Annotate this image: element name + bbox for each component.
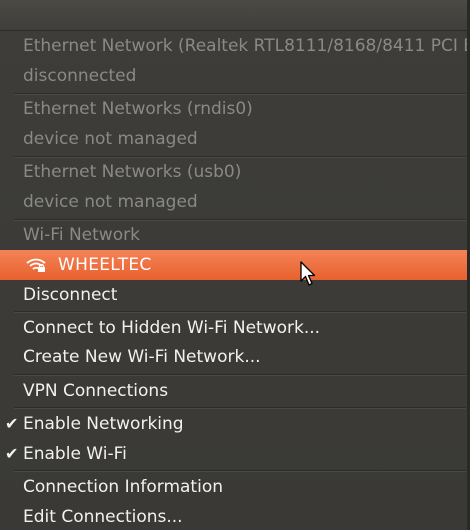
menu-item-status-not-managed: device not managed <box>0 187 470 217</box>
vpn-connections-menu-item[interactable]: VPN Connections <box>0 376 470 406</box>
menu-item-ethernet-usb0: Ethernet Networks (usb0) <box>0 157 470 187</box>
menu-item-label: Connect to Hidden Wi-Fi Network... <box>23 318 321 338</box>
edit-connections-menu-item[interactable]: Edit Connections... <box>0 502 470 530</box>
menu-item-label: device not managed <box>23 192 198 212</box>
menu-top-bar <box>0 0 470 31</box>
menu-item-label: Ethernet Network (Realtek RTL8111/8168/8… <box>23 36 470 56</box>
menu-item-label: Enable Wi-Fi <box>23 444 127 464</box>
enable-wifi-checkbox[interactable]: ✔ Enable Wi-Fi <box>0 439 470 469</box>
wifi-network-wheeltec[interactable]: WHEELTEC <box>0 250 470 280</box>
checkmark-icon: ✔ <box>5 414 19 433</box>
connection-information-menu-item[interactable]: Connection Information <box>0 472 470 502</box>
menu-item-label: Ethernet Networks (usb0) <box>23 162 242 182</box>
checkmark-icon: ✔ <box>5 444 19 463</box>
menu-item-label: Ethernet Networks (rndis0) <box>23 99 253 119</box>
wifi-locked-icon <box>26 258 46 272</box>
menu-item-label: disconnected <box>23 66 137 86</box>
menu-item-label: Disconnect <box>23 285 118 305</box>
network-menu: Ethernet Network (Realtek RTL8111/8168/8… <box>0 0 470 530</box>
connect-hidden-wifi-menu-item[interactable]: Connect to Hidden Wi-Fi Network... <box>0 313 470 343</box>
create-wifi-network-menu-item[interactable]: Create New Wi-Fi Network... <box>0 342 470 372</box>
menu-item-label: Enable Networking <box>23 414 184 434</box>
menu-item-status-disconnected: disconnected <box>0 61 470 91</box>
disconnect-menu-item[interactable]: Disconnect <box>0 280 470 310</box>
mouse-pointer-icon <box>300 261 316 286</box>
menu-item-label: Edit Connections... <box>23 507 183 527</box>
menu-item-label: Wi-Fi Network <box>23 225 140 245</box>
menu-item-ethernet-realtek: Ethernet Network (Realtek RTL8111/8168/8… <box>0 31 470 61</box>
enable-networking-checkbox[interactable]: ✔ Enable Networking <box>0 409 470 439</box>
menu-item-label: VPN Connections <box>23 381 169 401</box>
menu-item-status-not-managed: device not managed <box>0 124 470 154</box>
menu-item-ethernet-rndis0: Ethernet Networks (rndis0) <box>0 94 470 124</box>
menu-item-label: device not managed <box>23 129 198 149</box>
menu-item-label: Create New Wi-Fi Network... <box>23 347 261 367</box>
menu-item-label: Connection Information <box>23 477 223 497</box>
menu-section-wifi-network: Wi-Fi Network <box>0 220 470 250</box>
menu-item-label: WHEELTEC <box>58 255 152 275</box>
